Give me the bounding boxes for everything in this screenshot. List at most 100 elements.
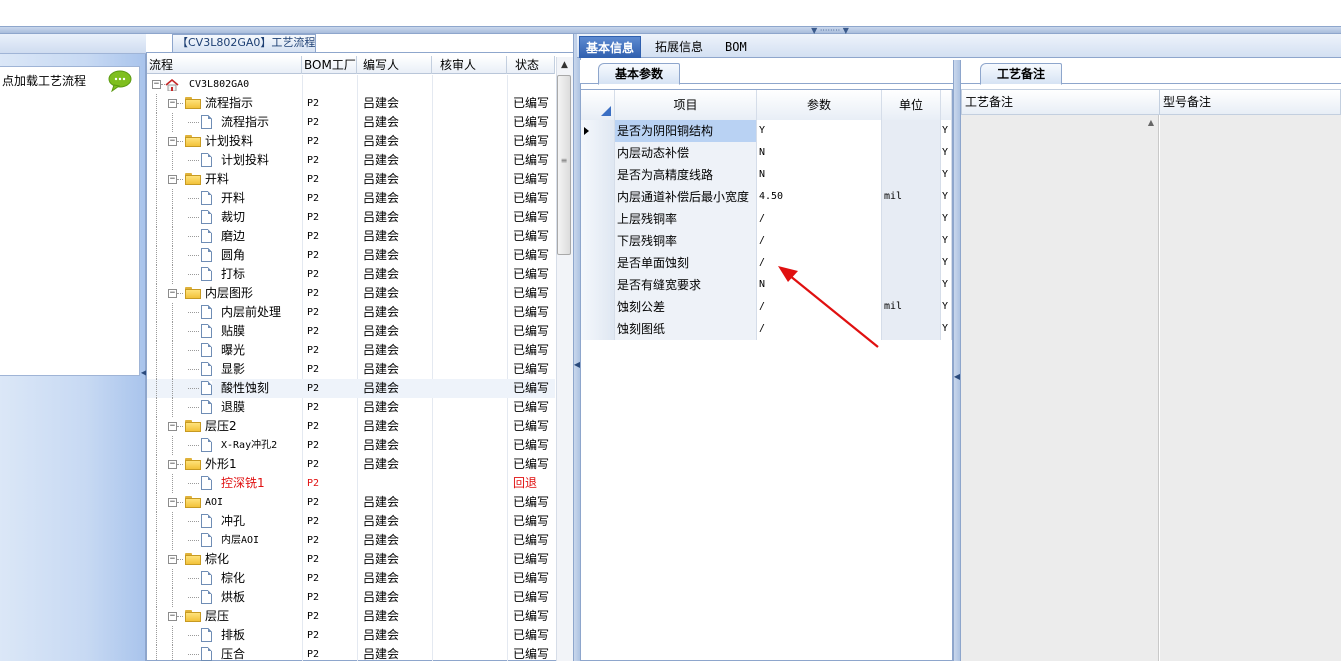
param-row[interactable]: 是否单面蚀刻 / Y [581, 252, 952, 274]
params-notes-splitter[interactable] [953, 60, 961, 661]
param-item-cell[interactable]: 内层动态补偿 [615, 142, 757, 164]
tree-row[interactable]: 冲孔 P2 吕建会 已编写 [147, 512, 555, 531]
row-selector[interactable] [581, 164, 615, 186]
tree-row[interactable]: − 外形1 P2 吕建会 已编写 [147, 455, 555, 474]
tree-row[interactable]: 开料 P2 吕建会 已编写 [147, 189, 555, 208]
tree-row[interactable]: − 开料 P2 吕建会 已编写 [147, 170, 555, 189]
param-row[interactable]: 是否为阴阳铜结构 Y Y [581, 120, 952, 142]
tree-row[interactable]: 曝光 P2 吕建会 已编写 [147, 341, 555, 360]
row-selector[interactable] [581, 120, 615, 142]
notes-scroll-up-icon[interactable]: ▲ [1145, 118, 1157, 128]
model-notes-field[interactable] [1160, 115, 1341, 661]
row-selector[interactable] [581, 318, 615, 340]
tree-row[interactable]: X-Ray冲孔2 P2 吕建会 已编写 [147, 436, 555, 455]
param-row[interactable]: 内层动态补偿 N Y [581, 142, 952, 164]
tree-row[interactable]: 排板 P2 吕建会 已编写 [147, 626, 555, 645]
collapse-toggle-icon[interactable]: − [168, 137, 177, 146]
horizontal-splitter[interactable] [0, 26, 1341, 34]
param-flag-cell[interactable]: Y [941, 252, 952, 274]
param-flag-cell[interactable]: Y [941, 142, 952, 164]
param-flag-cell[interactable]: Y [941, 120, 952, 142]
tab-basic-params[interactable]: 基本参数 [598, 63, 680, 85]
row-selector[interactable] [581, 208, 615, 230]
col-header-reviewer[interactable]: 核审人 [432, 56, 507, 74]
param-unit-cell[interactable] [882, 318, 941, 340]
load-process-label[interactable]: 点加载工艺流程 [2, 72, 86, 89]
collapse-toggle-icon[interactable]: − [168, 289, 177, 298]
param-value-cell[interactable]: 4.50 [757, 186, 882, 208]
tree-row[interactable]: 流程指示 P2 吕建会 已编写 [147, 113, 555, 132]
param-unit-cell[interactable] [882, 252, 941, 274]
param-value-cell[interactable]: Y [757, 120, 882, 142]
param-unit-cell[interactable] [882, 120, 941, 142]
param-item-cell[interactable]: 是否为高精度线路 [615, 164, 757, 186]
param-flag-cell[interactable]: Y [941, 274, 952, 296]
tab-extended-info[interactable]: 拓展信息 [649, 36, 709, 58]
param-value-cell[interactable]: / [757, 208, 882, 230]
col-header-model-notes[interactable]: 型号备注 [1160, 90, 1340, 114]
param-item-cell[interactable]: 是否有缝宽要求 [615, 274, 757, 296]
tab-process-notes[interactable]: 工艺备注 [980, 63, 1062, 85]
row-selector[interactable] [581, 142, 615, 164]
collapse-toggle-icon[interactable]: − [168, 555, 177, 564]
param-value-cell[interactable]: N [757, 142, 882, 164]
param-row[interactable]: 蚀刻公差 / mil Y [581, 296, 952, 318]
param-item-cell[interactable]: 蚀刻公差 [615, 296, 757, 318]
param-unit-cell[interactable] [882, 230, 941, 252]
collapse-params-icon[interactable]: ◀ [953, 372, 961, 381]
collapse-toggle-icon[interactable]: − [168, 498, 177, 507]
tree-row[interactable]: 显影 P2 吕建会 已编写 [147, 360, 555, 379]
param-unit-cell[interactable] [882, 164, 941, 186]
param-unit-cell[interactable] [882, 208, 941, 230]
param-item-cell[interactable]: 蚀刻图纸 [615, 318, 757, 340]
process-notes-field[interactable] [961, 115, 1159, 661]
row-selector[interactable] [581, 230, 615, 252]
row-selector[interactable] [581, 274, 615, 296]
scroll-up-arrow-icon[interactable]: ▲ [556, 57, 573, 74]
row-selector[interactable] [581, 296, 615, 318]
tree-row[interactable]: 内层前处理 P2 吕建会 已编写 [147, 303, 555, 322]
col-header-extra[interactable] [941, 90, 952, 120]
param-flag-cell[interactable]: Y [941, 208, 952, 230]
param-item-cell[interactable]: 内层通道补偿后最小宽度 [615, 186, 757, 208]
splitter-grip-icon[interactable]: ▼ ········ ▼ [800, 27, 860, 35]
tree-row[interactable]: − 计划投料 P2 吕建会 已编写 [147, 132, 555, 151]
param-item-cell[interactable]: 下层残铜率 [615, 230, 757, 252]
left-process-loader[interactable] [0, 66, 140, 376]
param-row[interactable]: 下层残铜率 / Y [581, 230, 952, 252]
param-flag-cell[interactable]: Y [941, 186, 952, 208]
col-header-writer[interactable]: 编写人 [357, 56, 432, 74]
tree-root-row[interactable]: − CV3L802GA0 [147, 75, 555, 94]
param-flag-cell[interactable]: Y [941, 296, 952, 318]
param-row[interactable]: 蚀刻图纸 / Y [581, 318, 952, 340]
param-item-cell[interactable]: 是否单面蚀刻 [615, 252, 757, 274]
tree-row[interactable]: 压合 P2 吕建会 已编写 [147, 645, 555, 661]
param-row[interactable]: 上层残铜率 / Y [581, 208, 952, 230]
param-row[interactable]: 是否为高精度线路 N Y [581, 164, 952, 186]
tree-row[interactable]: 计划投料 P2 吕建会 已编写 [147, 151, 555, 170]
collapse-toggle-icon[interactable]: − [168, 460, 177, 469]
tree-row[interactable]: 退膜 P2 吕建会 已编写 [147, 398, 555, 417]
tree-row[interactable]: − 内层图形 P2 吕建会 已编写 [147, 284, 555, 303]
tree-row[interactable]: 磨边 P2 吕建会 已编写 [147, 227, 555, 246]
param-flag-cell[interactable]: Y [941, 230, 952, 252]
param-unit-cell[interactable] [882, 142, 941, 164]
col-header-status[interactable]: 状态 [507, 56, 555, 74]
param-row[interactable]: 是否有缝宽要求 N Y [581, 274, 952, 296]
tree-row[interactable]: 贴膜 P2 吕建会 已编写 [147, 322, 555, 341]
col-header-bom-factory[interactable]: BOM工厂 [302, 56, 357, 74]
tab-bom[interactable]: BOM [719, 36, 753, 58]
param-unit-cell[interactable] [882, 274, 941, 296]
speech-bubble-icon[interactable] [108, 70, 132, 93]
tab-basic-info[interactable]: 基本信息 [579, 36, 642, 58]
param-item-cell[interactable]: 是否为阴阳铜结构 [615, 120, 757, 142]
tree-row[interactable]: 圆角 P2 吕建会 已编写 [147, 246, 555, 265]
param-unit-cell[interactable]: mil [882, 296, 941, 318]
tree-row[interactable]: 酸性蚀刻 P2 吕建会 已编写 [147, 379, 555, 398]
param-item-cell[interactable]: 上层残铜率 [615, 208, 757, 230]
tree-row[interactable]: 棕化 P2 吕建会 已编写 [147, 569, 555, 588]
col-header-item[interactable]: 项目 [615, 90, 757, 120]
collapse-toggle-icon[interactable]: − [168, 175, 177, 184]
tree-row[interactable]: − 层压 P2 吕建会 已编写 [147, 607, 555, 626]
tree-row[interactable]: − AOI P2 吕建会 已编写 [147, 493, 555, 512]
